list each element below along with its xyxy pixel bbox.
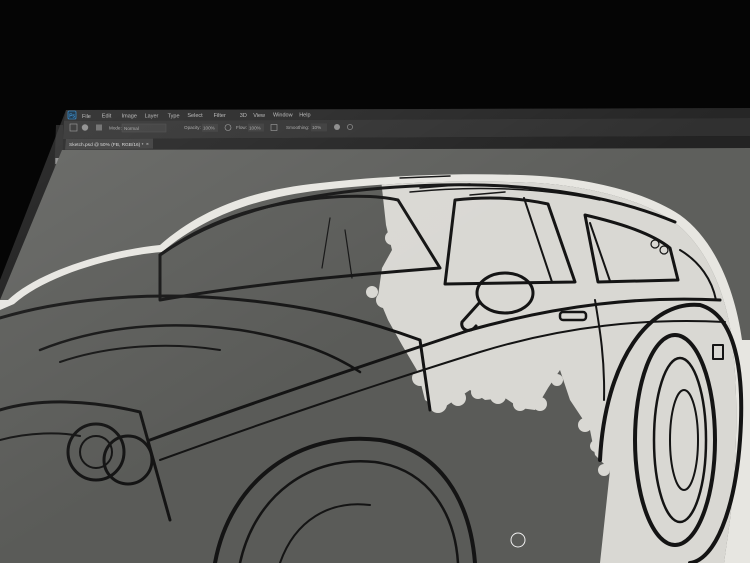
screen-glare — [0, 108, 750, 563]
photo-of-monitor: Ps FileEditImageLayerTypeSelectFilter3DV… — [0, 108, 750, 563]
